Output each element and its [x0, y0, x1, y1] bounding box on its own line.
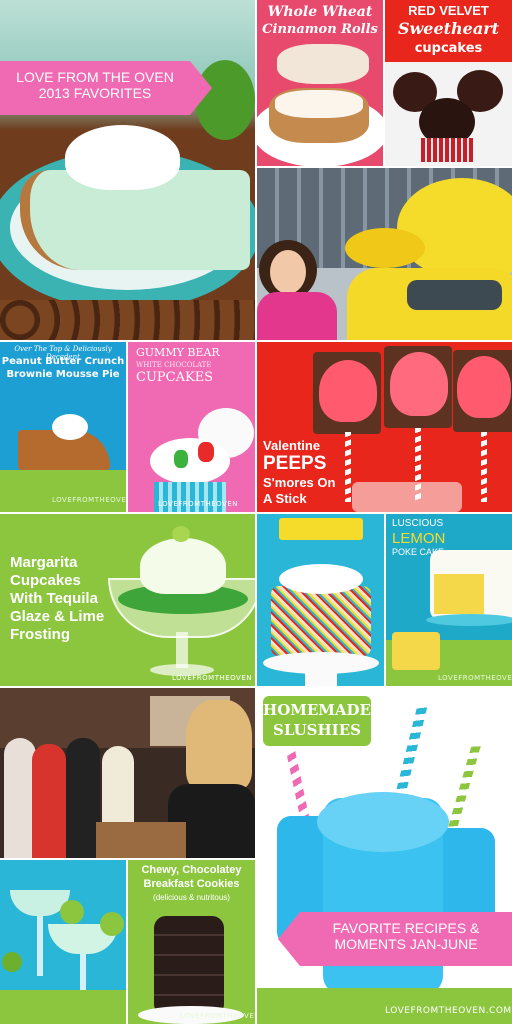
stand-stem — [305, 668, 337, 686]
cake-stand — [426, 614, 512, 626]
tile-gummy-bear-cupcakes[interactable]: GUMMY BEAR WHITE CHOCOLATE CUPCAKES LOVE… — [128, 342, 255, 512]
gummy-watermark: LOVEFROMTHEOVEN — [158, 500, 238, 508]
roll-top — [277, 44, 369, 84]
cookie-row — [0, 300, 255, 340]
tile-peanut-butter-crunch-pie[interactable]: Over The Top & Deliciously Decadent Pean… — [0, 342, 126, 512]
tile-margarita-cupcakes[interactable]: Margarita Cupcakes With Tequila Glaze & … — [0, 514, 255, 686]
tile-homemade-slushies[interactable]: HOMEMADE SLUSHIES LOVEFROMTHEOVEN.COM — [257, 688, 512, 1024]
banner-2013-favorites: LOVE FROM THE OVEN 2013 FAVORITES — [0, 61, 212, 115]
redvelvet-title-1: RED VELVET — [408, 3, 489, 18]
margarita-title-5: Frosting — [10, 626, 70, 643]
banner-favorite-recipes: FAVORITE RECIPES & MOMENTS JAN-JUNE — [278, 912, 512, 966]
glass-stem — [176, 632, 188, 668]
cupcake-frosting — [140, 538, 226, 594]
tile-red-velvet-cupcakes[interactable]: RED VELVET Sweetheart cupcakes — [385, 0, 512, 166]
peeps-title-2: PEEPS — [263, 453, 327, 474]
cake-cut — [434, 574, 484, 614]
cinnamon-title-1: Whole Wheat — [267, 4, 373, 20]
woman-2 — [32, 744, 66, 858]
margarita-title-3: With Tequila — [10, 590, 98, 607]
heart-peep-1 — [319, 360, 377, 422]
pb-title-2: Peanut Butter Crunch — [1, 356, 125, 367]
banner-line-1: LOVE FROM THE OVEN — [16, 69, 174, 85]
heart-peep-3 — [457, 356, 511, 418]
photo-margaritas — [0, 860, 126, 1024]
banner-bottom-line-1: FAVORITE RECIPES & — [332, 920, 480, 936]
banner-line-2: 2013 FAVORITES — [38, 85, 152, 102]
slushies-watermark: LOVEFROMTHEOVEN.COM — [385, 1006, 512, 1016]
green-table — [0, 990, 126, 1024]
gummy-title-1: GUMMY BEAR — [136, 346, 220, 359]
tile-breakfast-cookies[interactable]: Chewy, Chocolatey Breakfast Cookies (del… — [128, 860, 255, 1024]
gummy-red — [198, 442, 214, 462]
redvelvet-title-2: Sweetheart — [397, 19, 500, 38]
slushies-title-1: HOMEMADE — [263, 701, 371, 719]
stick-1 — [345, 432, 351, 502]
peeps-title-4: A Stick — [263, 491, 307, 506]
woman-jacket — [257, 292, 337, 340]
margarita-title-1: Margarita — [10, 554, 78, 571]
table — [96, 822, 186, 858]
cookies-title-2: Breakfast Cookies — [143, 878, 240, 890]
lime-2 — [100, 912, 124, 936]
cupcake-front-frosting — [150, 438, 230, 484]
slushies-title-2: SLUSHIES — [273, 721, 361, 739]
cookies-title-1: Chewy, Chocolatey — [141, 864, 242, 876]
peeps-title-1: Valentine — [263, 438, 321, 453]
lime-heart — [172, 526, 190, 542]
tile-lemon-poke-cake[interactable]: LUSCIOUS LEMON POKE CAKE LOVEFROMTHEOVEN — [386, 514, 512, 686]
margarita-title-2: Cupcakes — [10, 572, 81, 589]
cookie-stack — [154, 916, 224, 1016]
whipped-cream — [65, 125, 180, 190]
banner-bottom-line-2: MOMENTS JAN-JUNE — [334, 936, 478, 953]
photo-blogger-party — [0, 688, 255, 858]
woman-face — [270, 250, 306, 294]
slushie-ice-top — [317, 792, 449, 852]
tile-valentine-peeps[interactable]: Valentine PEEPS S'mores On A Stick — [257, 342, 512, 512]
cake — [271, 586, 371, 656]
lime-3 — [2, 952, 22, 972]
stick-3 — [481, 432, 487, 502]
whipped-topping — [52, 414, 88, 440]
photo-peepsmobile — [257, 168, 512, 340]
peep-beak — [345, 228, 425, 268]
photo-peeps-sprinkle-cake — [257, 514, 384, 686]
cookies-title-3: (delicious & nutritous) — [153, 893, 230, 902]
margarita-title-4: Glaze & Lime — [10, 608, 105, 625]
gummy-title-2: WHITE CHOCOLATE — [136, 361, 212, 369]
cake-slice — [392, 632, 440, 670]
gummy-title-3: CUPCAKES — [136, 370, 214, 385]
glass — [352, 482, 462, 512]
lime-1 — [60, 900, 84, 924]
lemon-title-2: LEMON — [392, 530, 446, 547]
lemon-watermark: LOVEFROMTHEOVEN — [438, 674, 512, 682]
cupcake-liner — [421, 138, 473, 162]
car-window — [407, 280, 502, 310]
pb-title-3: Brownie Mousse Pie — [6, 369, 120, 380]
tile-cinnamon-rolls[interactable]: Whole Wheat Cinnamon Rolls — [257, 0, 383, 166]
glass-1-stem — [37, 916, 43, 976]
green-plate — [0, 470, 126, 512]
woman-3 — [66, 738, 100, 858]
peeps-on-top — [279, 564, 363, 594]
photographer-hair — [186, 700, 252, 790]
icing — [275, 90, 363, 118]
heart-peep-2 — [390, 352, 448, 416]
lemon-title-1: LUSCIOUS — [392, 518, 444, 529]
photo-key-lime-pie — [0, 0, 255, 340]
cookies-watermark: LOVEFROMTHEOVEN — [180, 1012, 255, 1020]
margarita-watermark: LOVEFROMTHEOVEN — [172, 674, 252, 682]
sign — [279, 518, 363, 540]
cinnamon-title-2: Cinnamon Rolls — [262, 22, 378, 37]
pb-watermark: LOVEFROMTHEOVEN — [52, 496, 126, 504]
gummy-green — [174, 450, 188, 468]
straw-green — [445, 740, 482, 840]
peeps-title-3: S'mores On — [263, 475, 336, 490]
redvelvet-title-3: cupcakes — [414, 41, 483, 56]
